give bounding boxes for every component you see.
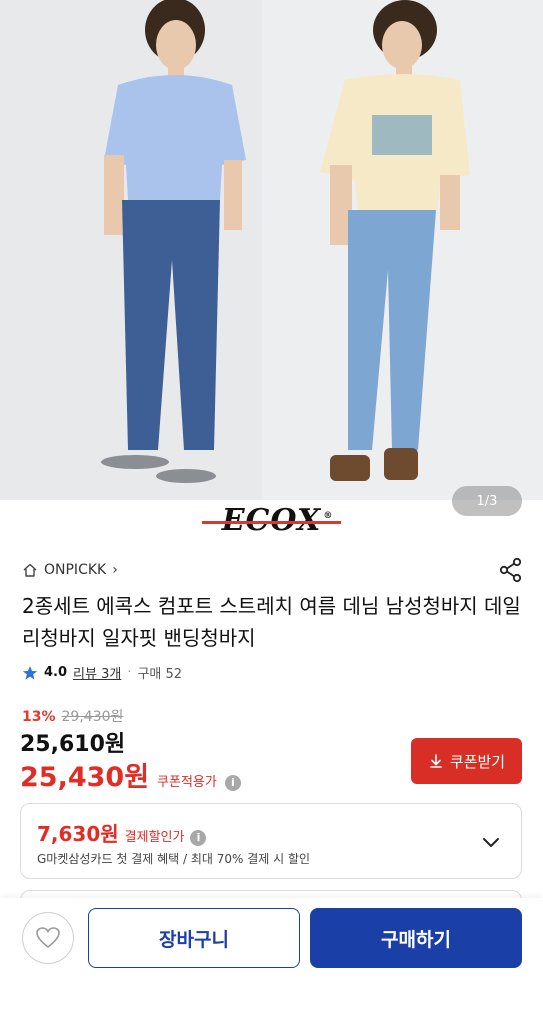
store-home-icon <box>23 563 37 577</box>
purchase-count: 구매 52 <box>137 667 183 682</box>
brand-logo: ECOX ® <box>201 502 341 538</box>
sale-price: 25,610원 <box>20 732 126 757</box>
payment-discount-box[interactable]: 7,630원 결제할인가 i G마켓삼성카드 첫 결제 혜택 / 최대 70% … <box>20 803 522 879</box>
brand-reg-mark: ® <box>323 510 334 521</box>
rating-score: 4.0 <box>44 665 68 680</box>
chevron-down-icon[interactable] <box>479 830 503 854</box>
info-icon[interactable]: i <box>190 829 207 846</box>
chevron-right-icon: › <box>112 562 118 578</box>
wishlist-button[interactable] <box>22 912 74 964</box>
payment-discount-detail: G마켓삼성카드 첫 결제 혜택 / 최대 70% 결제 시 할인 <box>37 852 311 866</box>
original-price: 29,430원 <box>61 709 124 725</box>
download-icon <box>430 754 442 768</box>
payment-discount-label: 결제할인가 <box>124 830 185 845</box>
rating-row: 4.0 리뷰 3개 · 구매 52 <box>22 663 182 682</box>
share-icon[interactable] <box>497 556 525 584</box>
product-photo <box>0 0 543 500</box>
image-pager: 1/3 <box>452 486 522 516</box>
get-coupon-button[interactable]: 쿠폰받기 <box>411 738 522 784</box>
coupon-price-label: 쿠폰적용가 <box>157 775 217 790</box>
coupon-price-row: 25,430원 쿠폰적용가 i <box>20 755 241 794</box>
payment-discount-price: 7,630원 <box>37 822 119 846</box>
product-title: 2종세트 에콕스 컴포트 스트레치 여름 데님 남성청바지 데일리청바지 일자핏… <box>22 594 521 650</box>
add-to-cart-button[interactable]: 장바구니 <box>88 908 300 968</box>
brand-logo-text: ECOX <box>221 502 322 538</box>
buy-now-button[interactable]: 구매하기 <box>310 908 522 968</box>
product-image-carousel[interactable]: ECOX ® 1/3 <box>0 0 543 540</box>
info-icon[interactable]: i <box>224 774 241 791</box>
discount-rate: 13% <box>22 709 56 725</box>
heart-icon <box>36 927 60 949</box>
separator: · <box>127 665 132 680</box>
get-coupon-label: 쿠폰받기 <box>449 752 506 771</box>
coupon-price: 25,430원 <box>20 762 150 793</box>
star-icon <box>22 665 38 680</box>
store-name: ONPICKK <box>44 562 107 578</box>
store-link[interactable]: ONPICKK › <box>22 560 118 580</box>
review-link[interactable]: 리뷰 3개 <box>73 663 121 682</box>
bottom-action-bar: 장바구니 구매하기 <box>0 898 543 1024</box>
discount-row: 13% 29,430원 <box>22 706 123 726</box>
